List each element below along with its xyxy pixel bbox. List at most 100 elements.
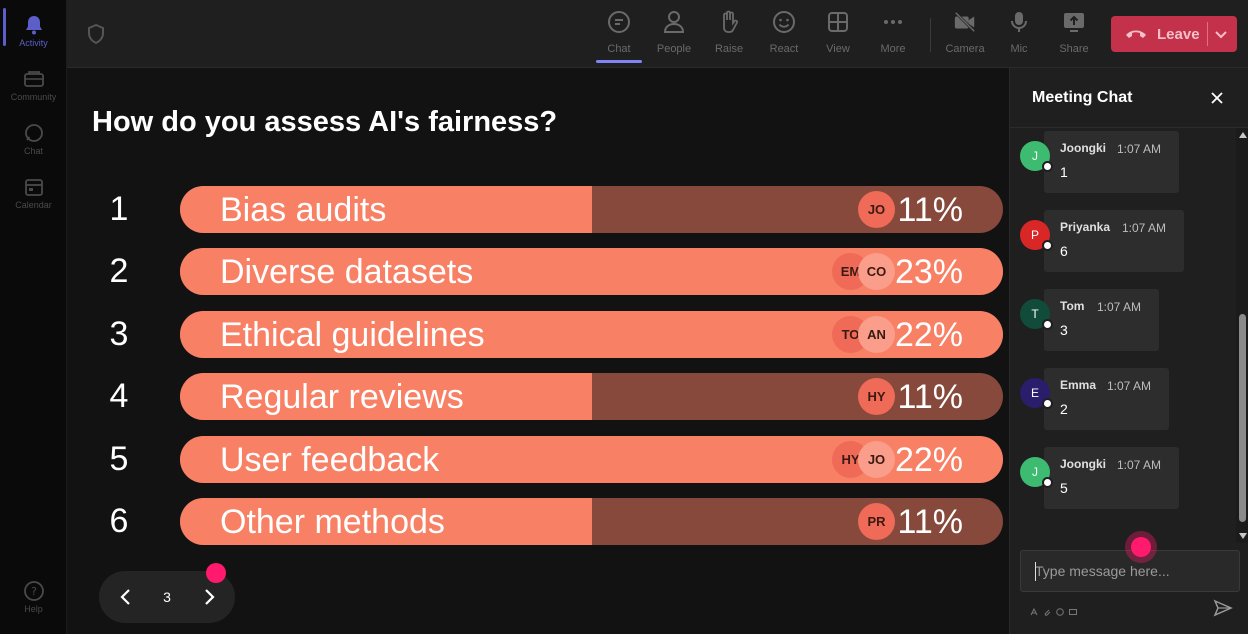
toolbar-share-button[interactable]: Share [1048, 10, 1100, 60]
attach-icon[interactable] [1043, 603, 1051, 616]
poll-option[interactable]: 3 Ethical guidelines 22% TO AN [67, 310, 1009, 359]
leave-label: Leave [1157, 25, 1200, 43]
leave-divider [1207, 22, 1208, 46]
toolbar-mic-button[interactable]: Mic [993, 10, 1045, 60]
message-time: 1:07 AM [1117, 458, 1162, 472]
avatar[interactable]: E [1020, 378, 1053, 409]
option-bar[interactable]: Regular reviews 11% HY [180, 373, 1003, 421]
gif-icon[interactable] [1069, 603, 1077, 615]
sender-name: Tom [1060, 299, 1085, 313]
option-bar[interactable]: User feedback 22% HY JO [180, 435, 1003, 483]
scroll-down-arrow[interactable] [1239, 533, 1247, 539]
chevron-left-icon[interactable] [115, 586, 137, 608]
option-bar[interactable]: Other methods 11% PR [180, 498, 1003, 545]
option-label: Regular reviews [220, 378, 464, 417]
hand-icon [717, 10, 741, 34]
rail-item-chat[interactable]: Chat [0, 114, 67, 166]
sender-name: Emma [1060, 378, 1097, 392]
toolbar-more-button[interactable]: More [867, 10, 919, 60]
send-icon[interactable] [1213, 598, 1233, 618]
poll-option[interactable]: 5 User feedback 22% HY JO [67, 435, 1009, 484]
presence-status-icon [1042, 240, 1053, 251]
avatar-initial: P [1030, 228, 1039, 242]
option-percent: 11% [897, 503, 963, 541]
toolbar-raise-button[interactable]: Raise [703, 10, 755, 60]
message-text: 2 [1060, 401, 1068, 417]
option-label: Other methods [220, 503, 445, 541]
toolbar-separator [930, 18, 931, 52]
message-input[interactable] [1035, 561, 1225, 581]
message-text: 6 [1060, 243, 1068, 259]
chat-scrollbar[interactable] [1236, 128, 1248, 543]
rail-item-community[interactable]: Community [0, 60, 67, 112]
avatar[interactable]: J [1020, 141, 1053, 172]
toolbar-label: Chat [607, 43, 631, 55]
toolbar-label: People [656, 43, 692, 55]
chat-header: Meeting Chat [1010, 68, 1248, 128]
chat-message: Priyanka 1:07 AM 6 P [1020, 207, 1230, 272]
message-time: 1:07 AM [1122, 221, 1167, 235]
toolbar-camera-button[interactable]: Camera [939, 10, 991, 60]
option-percent: 22% [894, 315, 963, 354]
poll-option[interactable]: 2 Diverse datasets 23% EM CO [67, 248, 1009, 296]
highlight-dot [1131, 537, 1151, 557]
help-icon: ? [23, 580, 45, 602]
chat-message: Emma 1:07 AM 2 E [1020, 365, 1230, 430]
close-icon[interactable] [1209, 90, 1225, 106]
message-text: 3 [1060, 322, 1068, 338]
option-number: 1 [109, 190, 129, 228]
toolbar-label: View [826, 43, 850, 55]
mic-icon [1007, 10, 1031, 34]
chat-icon [607, 10, 631, 34]
option-bar[interactable]: Ethical guidelines 22% TO AN [180, 310, 1003, 358]
option-number: 4 [109, 377, 129, 416]
calendar-icon [23, 176, 45, 198]
option-label: Ethical guidelines [220, 315, 485, 354]
option-number: 2 [109, 252, 129, 291]
sender-name: Joongki [1060, 457, 1107, 471]
poll-option[interactable]: 4 Regular reviews 11% HY [67, 373, 1009, 421]
avatar[interactable]: J [1020, 457, 1053, 488]
toolbar-label: More [880, 43, 906, 55]
presence-status-icon [1042, 161, 1053, 172]
poll-option[interactable]: 6 Other methods 11% PR [67, 498, 1009, 546]
toolbar-react-button[interactable]: React [758, 10, 810, 60]
chevron-down-icon[interactable] [1213, 26, 1229, 42]
avatar[interactable]: P [1020, 220, 1053, 251]
message-bubble: Tom 1:07 AM 3 [1044, 289, 1159, 351]
shield-icon[interactable] [87, 23, 107, 45]
option-bar[interactable]: Diverse datasets 23% EM CO [180, 248, 1003, 296]
presence-status-icon [1042, 398, 1053, 409]
camera-off-icon [953, 10, 977, 34]
toolbar-chat-button[interactable]: Chat [593, 10, 645, 63]
voter-avatar: AN [858, 315, 895, 353]
scroll-thumb[interactable] [1239, 314, 1246, 522]
avatar[interactable]: T [1020, 299, 1053, 330]
chat-compose-box[interactable] [1020, 550, 1240, 592]
rail-item-help[interactable]: ? Help [0, 572, 67, 624]
rail-label: Calendar [15, 200, 52, 210]
avatar-initial: J [1032, 465, 1038, 479]
leave-button[interactable]: Leave [1111, 16, 1237, 52]
message-bubble: Emma 1:07 AM 2 [1044, 368, 1169, 430]
compose-format-icons [1030, 603, 1077, 616]
highlight-dot [206, 563, 226, 583]
meeting-toolbar: Chat People Raise React View More Camera… [67, 0, 1248, 68]
rail-item-calendar[interactable]: Calendar [0, 168, 67, 220]
option-number: 5 [109, 439, 129, 478]
option-bar[interactable]: Bias audits 11% JO [180, 186, 1003, 233]
emoji-icon[interactable] [1056, 603, 1064, 616]
rail-item-activity[interactable]: Activity [0, 6, 67, 58]
format-icon[interactable] [1030, 603, 1038, 616]
app-rail: Activity Community Chat Calendar ? Help [0, 0, 67, 634]
option-number: 3 [109, 314, 129, 353]
rail-label: Community [10, 92, 57, 102]
message-bubble: Joongki 1:07 AM 1 [1044, 131, 1179, 193]
poll-option[interactable]: 1 Bias audits 11% JO [67, 186, 1009, 234]
toolbar-label: Raise [714, 43, 744, 55]
chevron-right-icon[interactable] [198, 586, 220, 608]
scroll-up-arrow[interactable] [1239, 132, 1247, 138]
toolbar-view-button[interactable]: View [812, 10, 864, 60]
toolbar-label: Camera [945, 43, 985, 55]
toolbar-people-button[interactable]: People [648, 10, 700, 60]
